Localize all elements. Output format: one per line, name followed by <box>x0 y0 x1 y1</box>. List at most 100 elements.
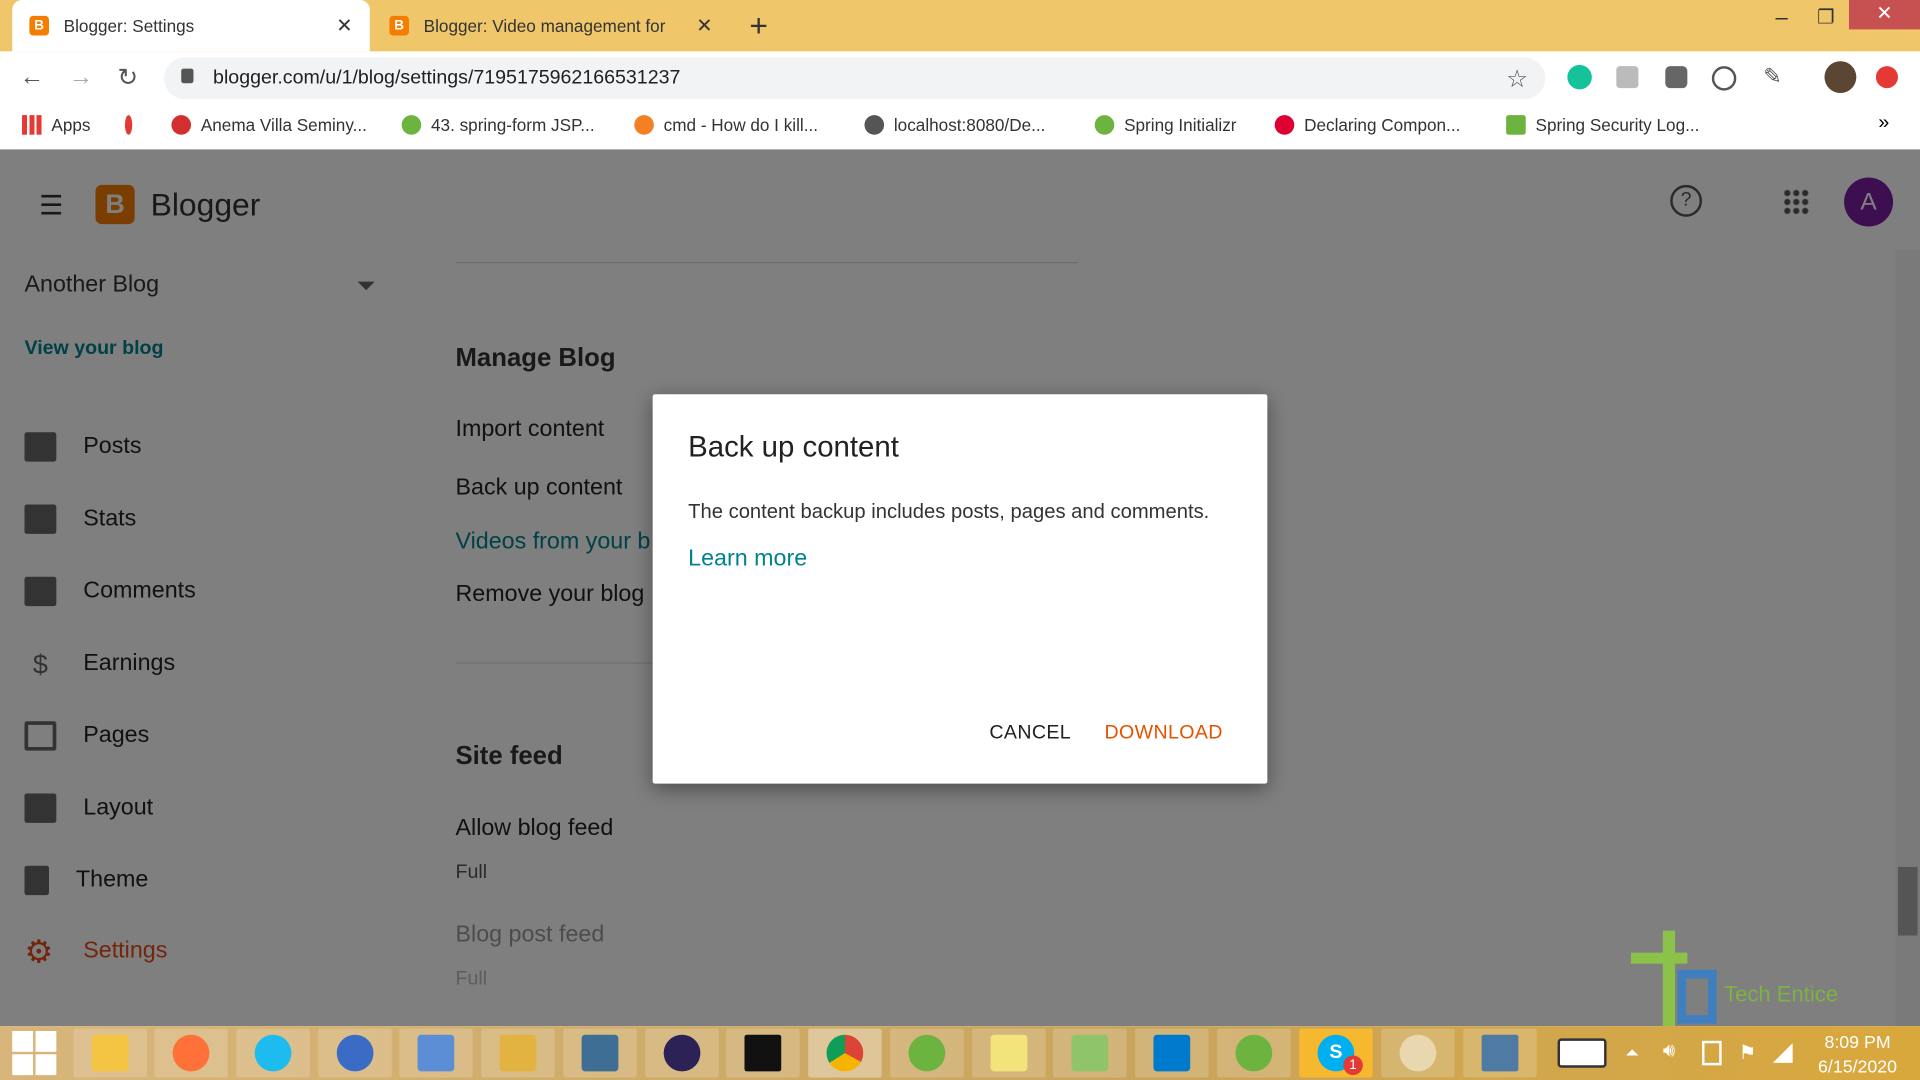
apps-grid-icon <box>22 115 42 135</box>
mysql-icon <box>581 1034 619 1072</box>
learn-more-link[interactable]: Learn more <box>688 546 807 573</box>
taskbar-firefox[interactable] <box>154 1028 228 1078</box>
bookmark-2[interactable]: 43. spring-form JSP... <box>401 115 595 135</box>
tab-title: Blogger: Settings <box>63 15 195 36</box>
taskbar-skype[interactable]: S1 <box>1299 1028 1373 1078</box>
spring-icon <box>1506 115 1526 135</box>
taskbar-sticky-notes[interactable] <box>972 1028 1046 1078</box>
terminal-icon <box>744 1034 782 1072</box>
restore-button[interactable]: ❐ <box>1817 5 1835 29</box>
bookmark-label: localhost:8080/De... <box>893 115 1046 135</box>
eyedropper-icon[interactable]: ✎ <box>1763 64 1781 90</box>
document-icon <box>1481 1034 1519 1072</box>
close-window-button[interactable]: ✕ <box>1848 0 1920 30</box>
notes-icon <box>990 1034 1028 1072</box>
battery-icon[interactable] <box>1702 1040 1722 1066</box>
taskbar-paint[interactable] <box>1381 1028 1455 1078</box>
taskbar-chrome[interactable] <box>808 1028 882 1078</box>
chrome-icon <box>826 1034 864 1072</box>
close-tab-icon[interactable]: ✕ <box>336 13 352 37</box>
bookmark-3[interactable]: cmd - How do I kill... <box>634 115 818 135</box>
eclipse-icon <box>663 1034 701 1072</box>
action-center-flag-icon[interactable]: ⚑ <box>1739 1041 1757 1065</box>
blogger-favicon: B <box>29 15 49 36</box>
backup-dialog: Back up content The content backup inclu… <box>652 394 1268 784</box>
taskbar-rdp[interactable] <box>399 1028 473 1078</box>
clock[interactable]: 8:09 PM 6/15/2020 <box>1802 1031 1912 1080</box>
angular-icon <box>1274 115 1295 135</box>
extension-icon[interactable] <box>1616 66 1639 89</box>
tab-blogger-settings[interactable]: B Blogger: Settings ✕ <box>12 0 370 52</box>
scrollbar-thumb[interactable] <box>1897 866 1918 936</box>
spring-tool-icon <box>908 1034 946 1072</box>
blogger-favicon: B <box>389 15 409 36</box>
bookmark-1[interactable]: Anema Villa Seminy... <box>171 115 367 135</box>
bookmark-star-icon[interactable]: ☆ <box>1506 64 1528 95</box>
bookmark-apps[interactable]: Apps <box>22 115 91 135</box>
address-bar[interactable]: blogger.com/u/1/blog/settings/7195175962… <box>164 57 1546 100</box>
clock-date: 6/15/2020 <box>1818 1057 1898 1078</box>
taskbar-ie[interactable] <box>236 1028 310 1078</box>
tech-entice-logo <box>1631 930 1717 1027</box>
taskbar-tools[interactable] <box>481 1028 555 1078</box>
paint-icon <box>1399 1034 1437 1072</box>
tab-video-management[interactable]: B Blogger: Video management for ✕ <box>372 0 730 51</box>
taskbar-notepadpp[interactable] <box>1053 1028 1127 1078</box>
java-icon <box>124 115 133 135</box>
shield-extension-icon[interactable] <box>1665 66 1688 89</box>
bookmark-label: Anema Villa Seminy... <box>200 115 367 135</box>
show-hidden-icons[interactable] <box>1626 1043 1639 1056</box>
clock-time: 8:09 PM <box>1824 1033 1891 1054</box>
keyboard-icon[interactable] <box>1557 1038 1607 1068</box>
taskbar-sts[interactable] <box>890 1028 964 1078</box>
notepad-plus-icon <box>1071 1034 1109 1072</box>
back-icon[interactable]: ← <box>20 64 44 92</box>
spring-icon <box>1235 1034 1273 1072</box>
remote-desktop-icon <box>417 1034 455 1072</box>
more-bookmarks[interactable]: » <box>1878 113 1889 135</box>
stackoverflow-icon <box>634 115 654 135</box>
taskbar-docs[interactable] <box>1463 1028 1537 1078</box>
forward-icon[interactable]: → <box>69 64 93 92</box>
dialog-title: Back up content <box>688 431 899 465</box>
dialog-body: The content backup includes posts, pages… <box>688 500 1210 523</box>
url-text: blogger.com/u/1/blog/settings/7195175962… <box>213 67 681 89</box>
bookmark-6[interactable]: Declaring Compon... <box>1274 115 1460 135</box>
bookmark-4[interactable]: localhost:8080/De... <box>864 115 1045 135</box>
vscode-icon <box>1153 1034 1191 1072</box>
close-tab-icon[interactable]: ✕ <box>696 13 712 37</box>
tools-icon <box>499 1034 537 1072</box>
volume-icon[interactable]: 🔊︎ <box>1663 1041 1675 1063</box>
folder-icon <box>91 1034 129 1072</box>
cancel-button[interactable]: CANCEL <box>989 722 1071 744</box>
thunderbird-icon <box>336 1034 374 1072</box>
spring-icon <box>1094 115 1115 135</box>
bookmark-7[interactable]: Spring Security Log... <box>1506 115 1699 135</box>
grammarly-icon[interactable] <box>1567 64 1592 90</box>
minimize-button[interactable]: – <box>1776 5 1788 31</box>
taskbar-spring[interactable] <box>1217 1028 1291 1078</box>
update-icon[interactable] <box>1875 66 1898 89</box>
bookmark-5[interactable]: Spring Initializr <box>1094 115 1237 135</box>
start-button[interactable] <box>12 1031 57 1076</box>
bookmark-java[interactable] <box>124 115 133 135</box>
spring-icon <box>401 115 422 135</box>
globe-icon <box>864 115 885 135</box>
bookmark-label: cmd - How do I kill... <box>663 115 818 135</box>
network-signal-icon[interactable] <box>1773 1043 1793 1063</box>
taskbar-eclipse[interactable] <box>645 1028 719 1078</box>
new-tab-button[interactable]: + <box>749 7 768 45</box>
taskbar-mysql[interactable] <box>563 1028 637 1078</box>
bookmark-label: 43. spring-form JSP... <box>431 115 595 135</box>
profile-avatar[interactable] <box>1824 61 1857 94</box>
taskbar-cmd[interactable] <box>726 1028 800 1078</box>
download-button[interactable]: DOWNLOAD <box>1104 722 1222 744</box>
watermark-text: Tech Entice <box>1724 982 1839 1007</box>
taskbar-vscode[interactable] <box>1135 1028 1209 1078</box>
bookmark-label: Spring Initializr <box>1124 115 1237 135</box>
taskbar-thunderbird[interactable] <box>318 1028 392 1078</box>
code-extension-icon[interactable] <box>1711 66 1737 91</box>
taskbar-file-explorer[interactable] <box>73 1028 147 1078</box>
reload-icon[interactable]: ↻ <box>118 62 139 93</box>
scrollbar[interactable] <box>1895 249 1920 1027</box>
